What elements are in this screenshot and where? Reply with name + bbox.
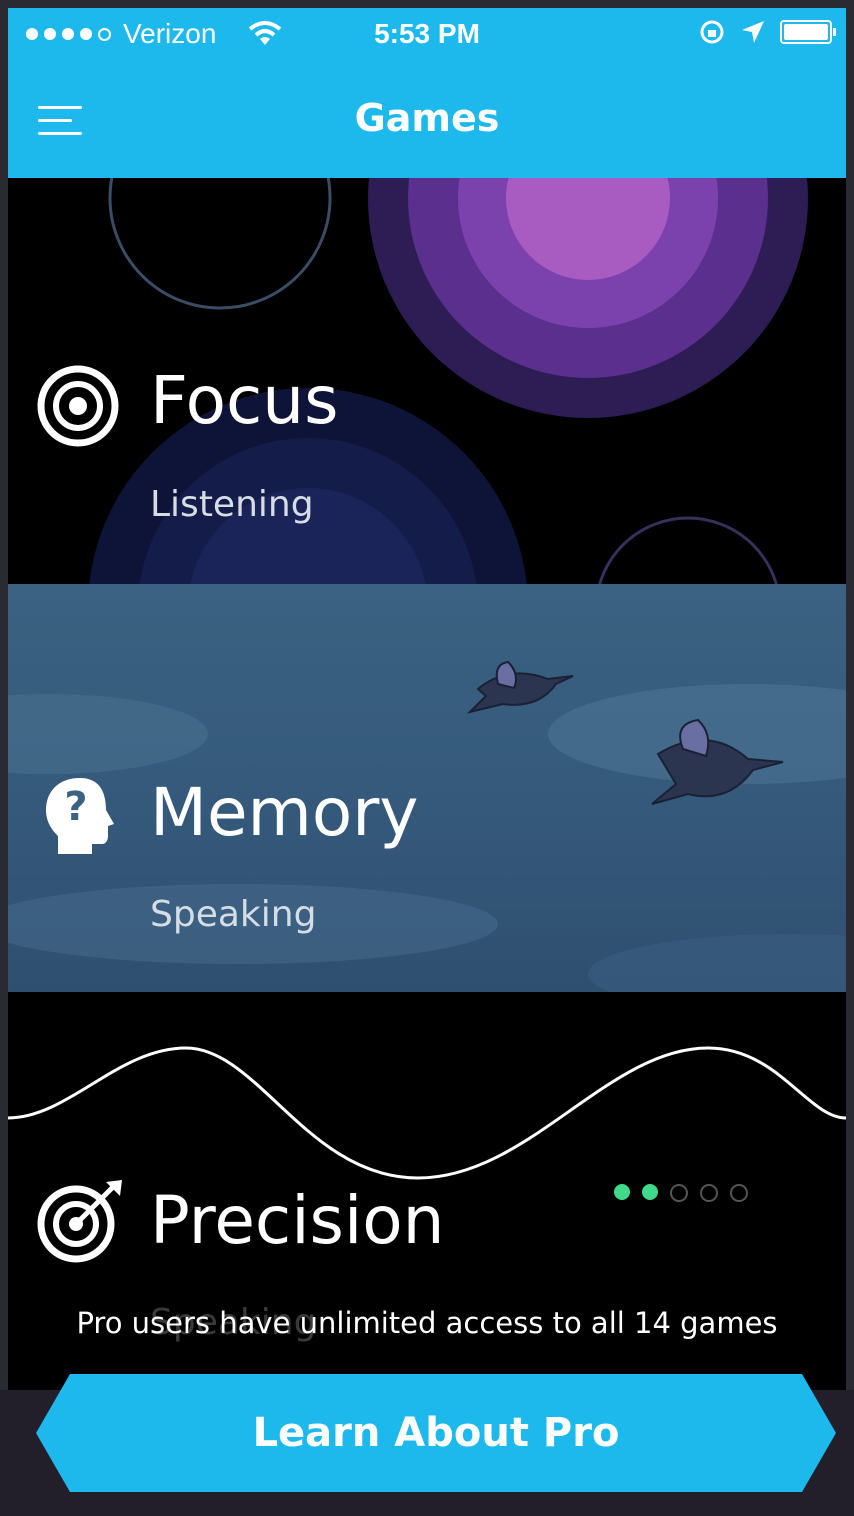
game-card-precision[interactable]: Precision Speaking	[8, 992, 846, 1422]
battery-icon	[780, 20, 836, 44]
page-dot	[670, 1184, 688, 1202]
page-dot-active	[614, 1184, 630, 1200]
page-dot	[730, 1184, 748, 1202]
app-frame: Verizon 5:53 PM Games Focus Listening ? …	[8, 8, 846, 1516]
game-title: Memory	[150, 774, 419, 851]
status-icons	[698, 18, 836, 46]
page-dot-active	[642, 1184, 658, 1200]
game-title: Focus	[150, 362, 339, 439]
status-bar: Verizon 5:53 PM	[8, 8, 846, 62]
target-icon	[37, 365, 119, 447]
pro-button-label: Learn About Pro	[252, 1410, 620, 1456]
memory-card-artwork	[8, 660, 846, 992]
game-skill: Listening	[150, 484, 314, 525]
page-dot	[700, 1184, 718, 1202]
header: Verizon 5:53 PM Games	[8, 8, 846, 178]
location-arrow-icon	[742, 21, 764, 43]
page-title: Games	[354, 96, 500, 140]
bird-icon	[466, 660, 574, 714]
learn-about-pro-button[interactable]: Learn About Pro	[36, 1374, 836, 1492]
game-card-focus[interactable]: Focus Listening	[8, 178, 846, 584]
rotation-lock-icon	[700, 20, 724, 44]
svg-text:?: ?	[64, 784, 87, 830]
game-skill: Speaking	[150, 894, 317, 935]
focus-card-artwork	[89, 178, 808, 584]
pro-note: Pro users have unlimited access to all 1…	[76, 1306, 778, 1340]
head-question-icon: ?	[46, 778, 114, 854]
bullseye-arrow-icon	[37, 1180, 122, 1263]
game-card-memory[interactable]: ? Memory Speaking	[8, 584, 846, 992]
page-indicator	[614, 1184, 748, 1202]
game-title: Precision	[150, 1182, 445, 1259]
